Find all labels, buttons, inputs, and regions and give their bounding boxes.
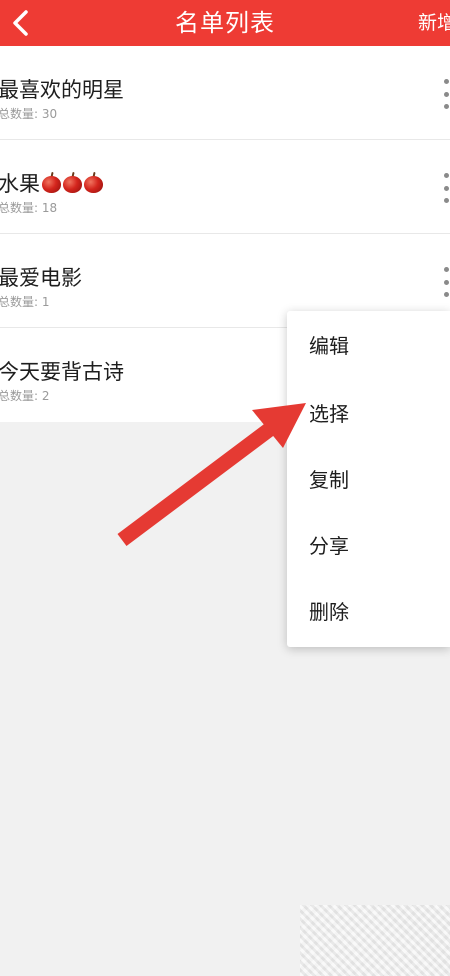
add-button[interactable]: 新增	[418, 0, 450, 46]
count-value: 30	[41, 107, 58, 121]
count-label: 总数量:	[0, 201, 42, 215]
count-label: 总数量:	[0, 295, 42, 309]
page-title: 名单列表	[175, 9, 275, 37]
list-item-count: 总数量: 30	[0, 105, 57, 122]
apple-icon	[84, 171, 103, 193]
count-value: 2	[41, 389, 50, 403]
menu-item-copy[interactable]: 复制	[287, 447, 450, 513]
list-item-title-text: 最喜欢的明星	[0, 78, 124, 102]
list-item-count: 总数量: 1	[0, 293, 50, 310]
list-item-title: 今天要背古诗	[0, 356, 124, 386]
count-value: 1	[41, 295, 50, 309]
watermark	[300, 905, 450, 976]
count-value: 18	[41, 201, 58, 215]
more-vertical-icon[interactable]	[442, 79, 450, 109]
list-item-title: 最爱电影	[0, 262, 82, 292]
list-item-title: 最喜欢的明星	[0, 74, 124, 104]
list-item-title-text: 今天要背古诗	[0, 360, 124, 384]
menu-item-share[interactable]: 分享	[287, 513, 450, 579]
list-item[interactable]: 水果 总数量: 18	[0, 140, 450, 234]
more-vertical-icon[interactable]	[442, 267, 450, 297]
apple-icon	[63, 171, 82, 193]
list-item-count: 总数量: 18	[0, 199, 57, 216]
menu-item-delete[interactable]: 删除	[287, 579, 450, 645]
context-menu: 编辑 选择 复制 分享 删除	[287, 311, 450, 647]
list-item-count: 总数量: 2	[0, 387, 50, 404]
list-item-title-text: 水果	[0, 172, 40, 196]
count-label: 总数量:	[0, 389, 42, 403]
menu-item-select[interactable]: 选择	[287, 381, 450, 447]
list-item-title-text: 最爱电影	[0, 266, 82, 290]
list-item-title: 水果	[0, 168, 103, 198]
apple-icon	[42, 171, 61, 193]
list-item[interactable]: 最喜欢的明星 总数量: 30	[0, 46, 450, 140]
count-label: 总数量:	[0, 107, 42, 121]
app-header: 名单列表 新增	[0, 0, 450, 46]
menu-item-edit[interactable]: 编辑	[287, 311, 450, 381]
more-vertical-icon[interactable]	[442, 173, 450, 203]
